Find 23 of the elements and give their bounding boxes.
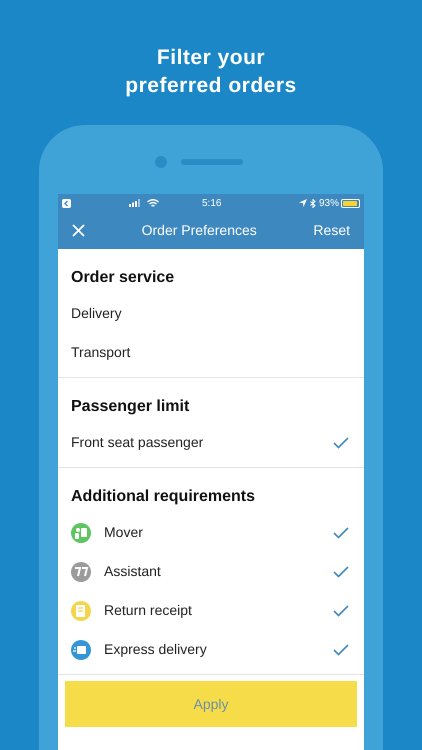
- signal-icon: [129, 199, 143, 207]
- bluetooth-icon: [310, 198, 316, 208]
- option-label[interactable]: Front seat passenger: [71, 432, 333, 453]
- reset-button[interactable]: Reset: [313, 220, 350, 241]
- battery-icon: [341, 198, 360, 208]
- close-icon[interactable]: [72, 224, 85, 237]
- location-icon: [298, 199, 307, 207]
- battery-percent: 93%: [318, 196, 339, 210]
- option-label[interactable]: Return receipt: [104, 600, 333, 621]
- section-title: Order service: [71, 268, 176, 288]
- back-app-icon: [62, 198, 71, 208]
- wifi-icon: [147, 198, 159, 208]
- section-title: Passenger limit: [71, 397, 190, 417]
- headline-text: Filter your: [156, 45, 266, 71]
- section-title: Additional requirements: [71, 487, 256, 507]
- option-label[interactable]: Express delivery: [104, 639, 333, 660]
- option-label[interactable]: Delivery: [71, 303, 351, 324]
- status-time: 5:16: [202, 196, 222, 210]
- option-label[interactable]: Transport: [71, 342, 351, 363]
- headline-text: preferred orders: [125, 73, 297, 99]
- option-label[interactable]: Mover: [104, 522, 333, 543]
- option-label[interactable]: Assistant: [104, 561, 333, 582]
- nav-title: Order Preferences: [140, 221, 258, 240]
